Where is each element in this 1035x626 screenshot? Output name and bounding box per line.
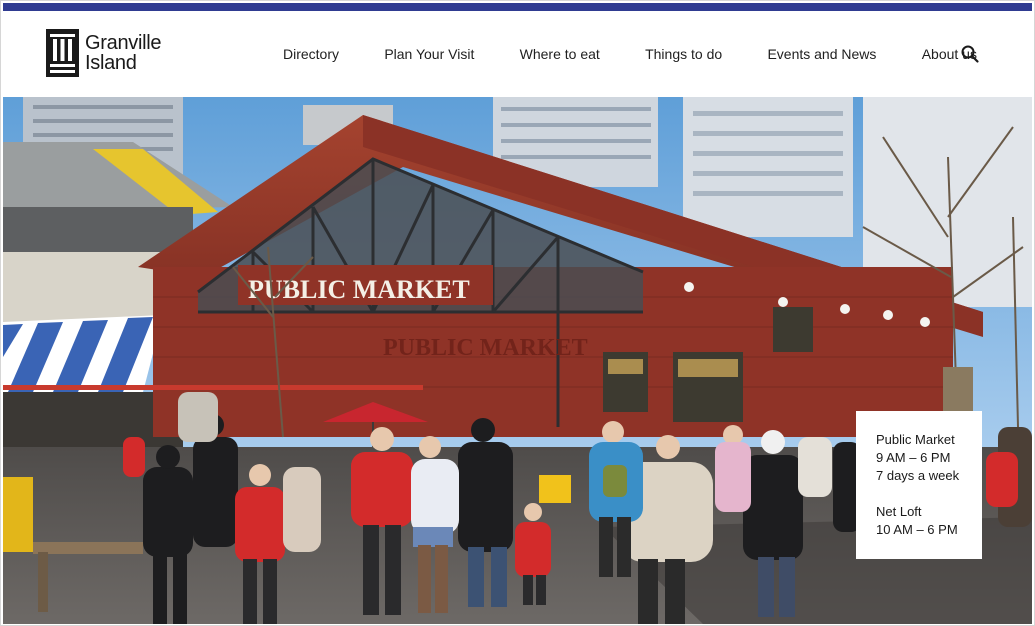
nav-things-to-do[interactable]: Things to do (645, 46, 722, 62)
brand-name: Granville Island (85, 32, 162, 74)
nav-where-to-eat[interactable]: Where to eat (520, 46, 600, 62)
public-market-wall-lettering: PUBLIC MARKET (383, 335, 588, 361)
nav-directory[interactable]: Directory (283, 46, 339, 62)
hours-net-loft: Net Loft 10 AM – 6 PM (876, 503, 968, 539)
hours-market-name: Public Market (876, 432, 955, 447)
nav-events-and-news[interactable]: Events and News (767, 46, 876, 62)
brand-name-line1: Granville (85, 32, 162, 54)
brand-name-line2: Island (85, 52, 137, 74)
hours-public-market: Public Market 9 AM – 6 PM 7 days a week (876, 431, 968, 485)
hours-loft-name: Net Loft (876, 504, 922, 519)
granville-island-logo-icon (46, 29, 79, 77)
page-frame: Granville Island Directory Plan Your Vis… (0, 0, 1035, 626)
main-nav: Directory Plan Your Visit Where to eat T… (283, 11, 977, 97)
accent-bar (3, 3, 1032, 11)
hours-loft-time: 10 AM – 6 PM (876, 522, 958, 537)
hours-market-time: 9 AM – 6 PM (876, 450, 951, 465)
hours-market-days: 7 days a week (876, 468, 960, 483)
site-header: Granville Island Directory Plan Your Vis… (3, 11, 1032, 97)
hours-card: Public Market 9 AM – 6 PM 7 days a week … (856, 411, 982, 559)
logo-link[interactable]: Granville Island (46, 29, 162, 77)
search-icon[interactable] (960, 44, 980, 64)
nav-plan-your-visit[interactable]: Plan Your Visit (384, 46, 474, 62)
